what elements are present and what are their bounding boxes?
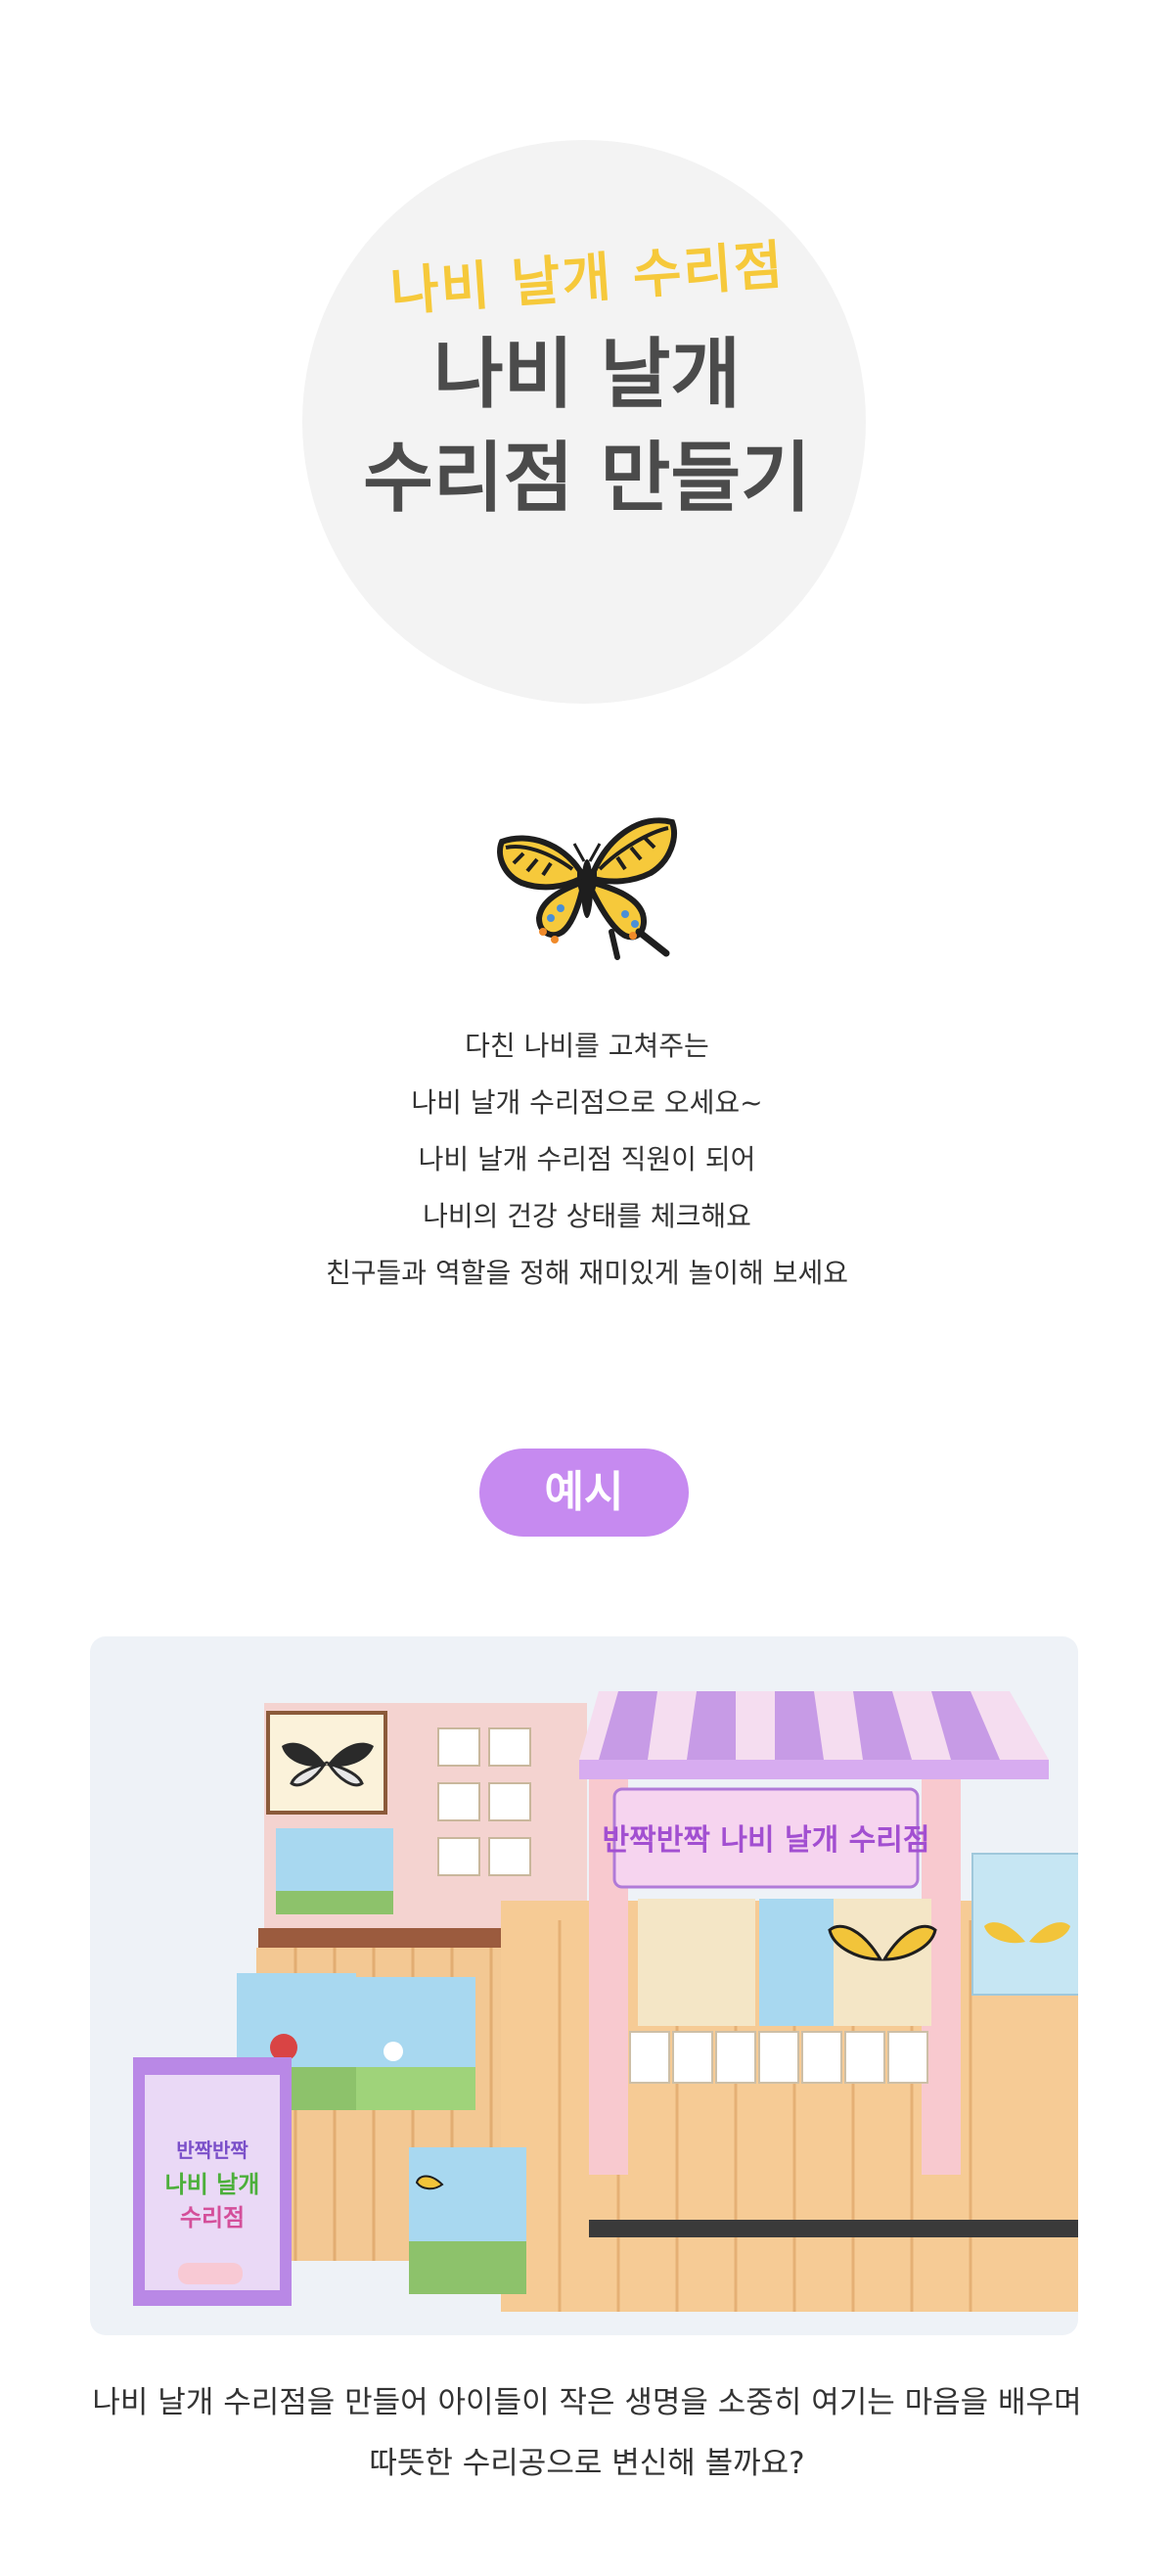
intro-line: 나비 날개 수리점으로 오세요~ — [411, 1086, 763, 1119]
board-sign-text: 나비 날개 — [165, 2171, 260, 2198]
intro-line: 친구들과 역할을 정해 재미있게 놀이해 보세요 — [326, 1257, 848, 1289]
caption-line-1: 나비 날개 수리점을 만들어 아이들이 작은 생명을 소중히 여기는 마음을 배… — [92, 2385, 1082, 2420]
intro-line: 다친 나비를 고쳐주는 — [465, 1030, 709, 1062]
title-line-1: 나비 날개 — [432, 331, 742, 419]
page-title: 나비 날개 수리점 만들기 — [0, 323, 1174, 530]
example-photo: 반짝반짝 나비 날개 수리점 반짝반짝 나비 날개 수리점 — [90, 1636, 1078, 2335]
board-sign-text: 수리점 — [180, 2204, 245, 2231]
title-line-2: 수리점 만들기 — [363, 435, 811, 523]
intro-text: 다친 나비를 고쳐주는 나비 날개 수리점으로 오세요~ 나비 날개 수리점 직… — [0, 1018, 1174, 1302]
swallowtail-butterfly-icon — [497, 817, 677, 960]
board-sign-text: 반짝반짝 — [176, 2139, 248, 2162]
caption-line-2: 따뜻한 수리공으로 변신해 볼까요? — [369, 2446, 805, 2481]
intro-line: 나비의 건강 상태를 체크해요 — [423, 1200, 751, 1232]
intro-line: 나비 날개 수리점 직원이 되어 — [418, 1143, 756, 1175]
example-badge: 예시 — [479, 1449, 689, 1537]
shop-sign-text: 반짝반짝 나비 날개 수리점 — [603, 1823, 930, 1858]
butterfly-shop-illustration: 반짝반짝 나비 날개 수리점 반짝반짝 나비 날개 수리점 — [133, 1691, 1078, 2312]
example-caption: 나비 날개 수리점을 만들어 아이들이 작은 생명을 소중히 여기는 마음을 배… — [0, 2372, 1174, 2494]
